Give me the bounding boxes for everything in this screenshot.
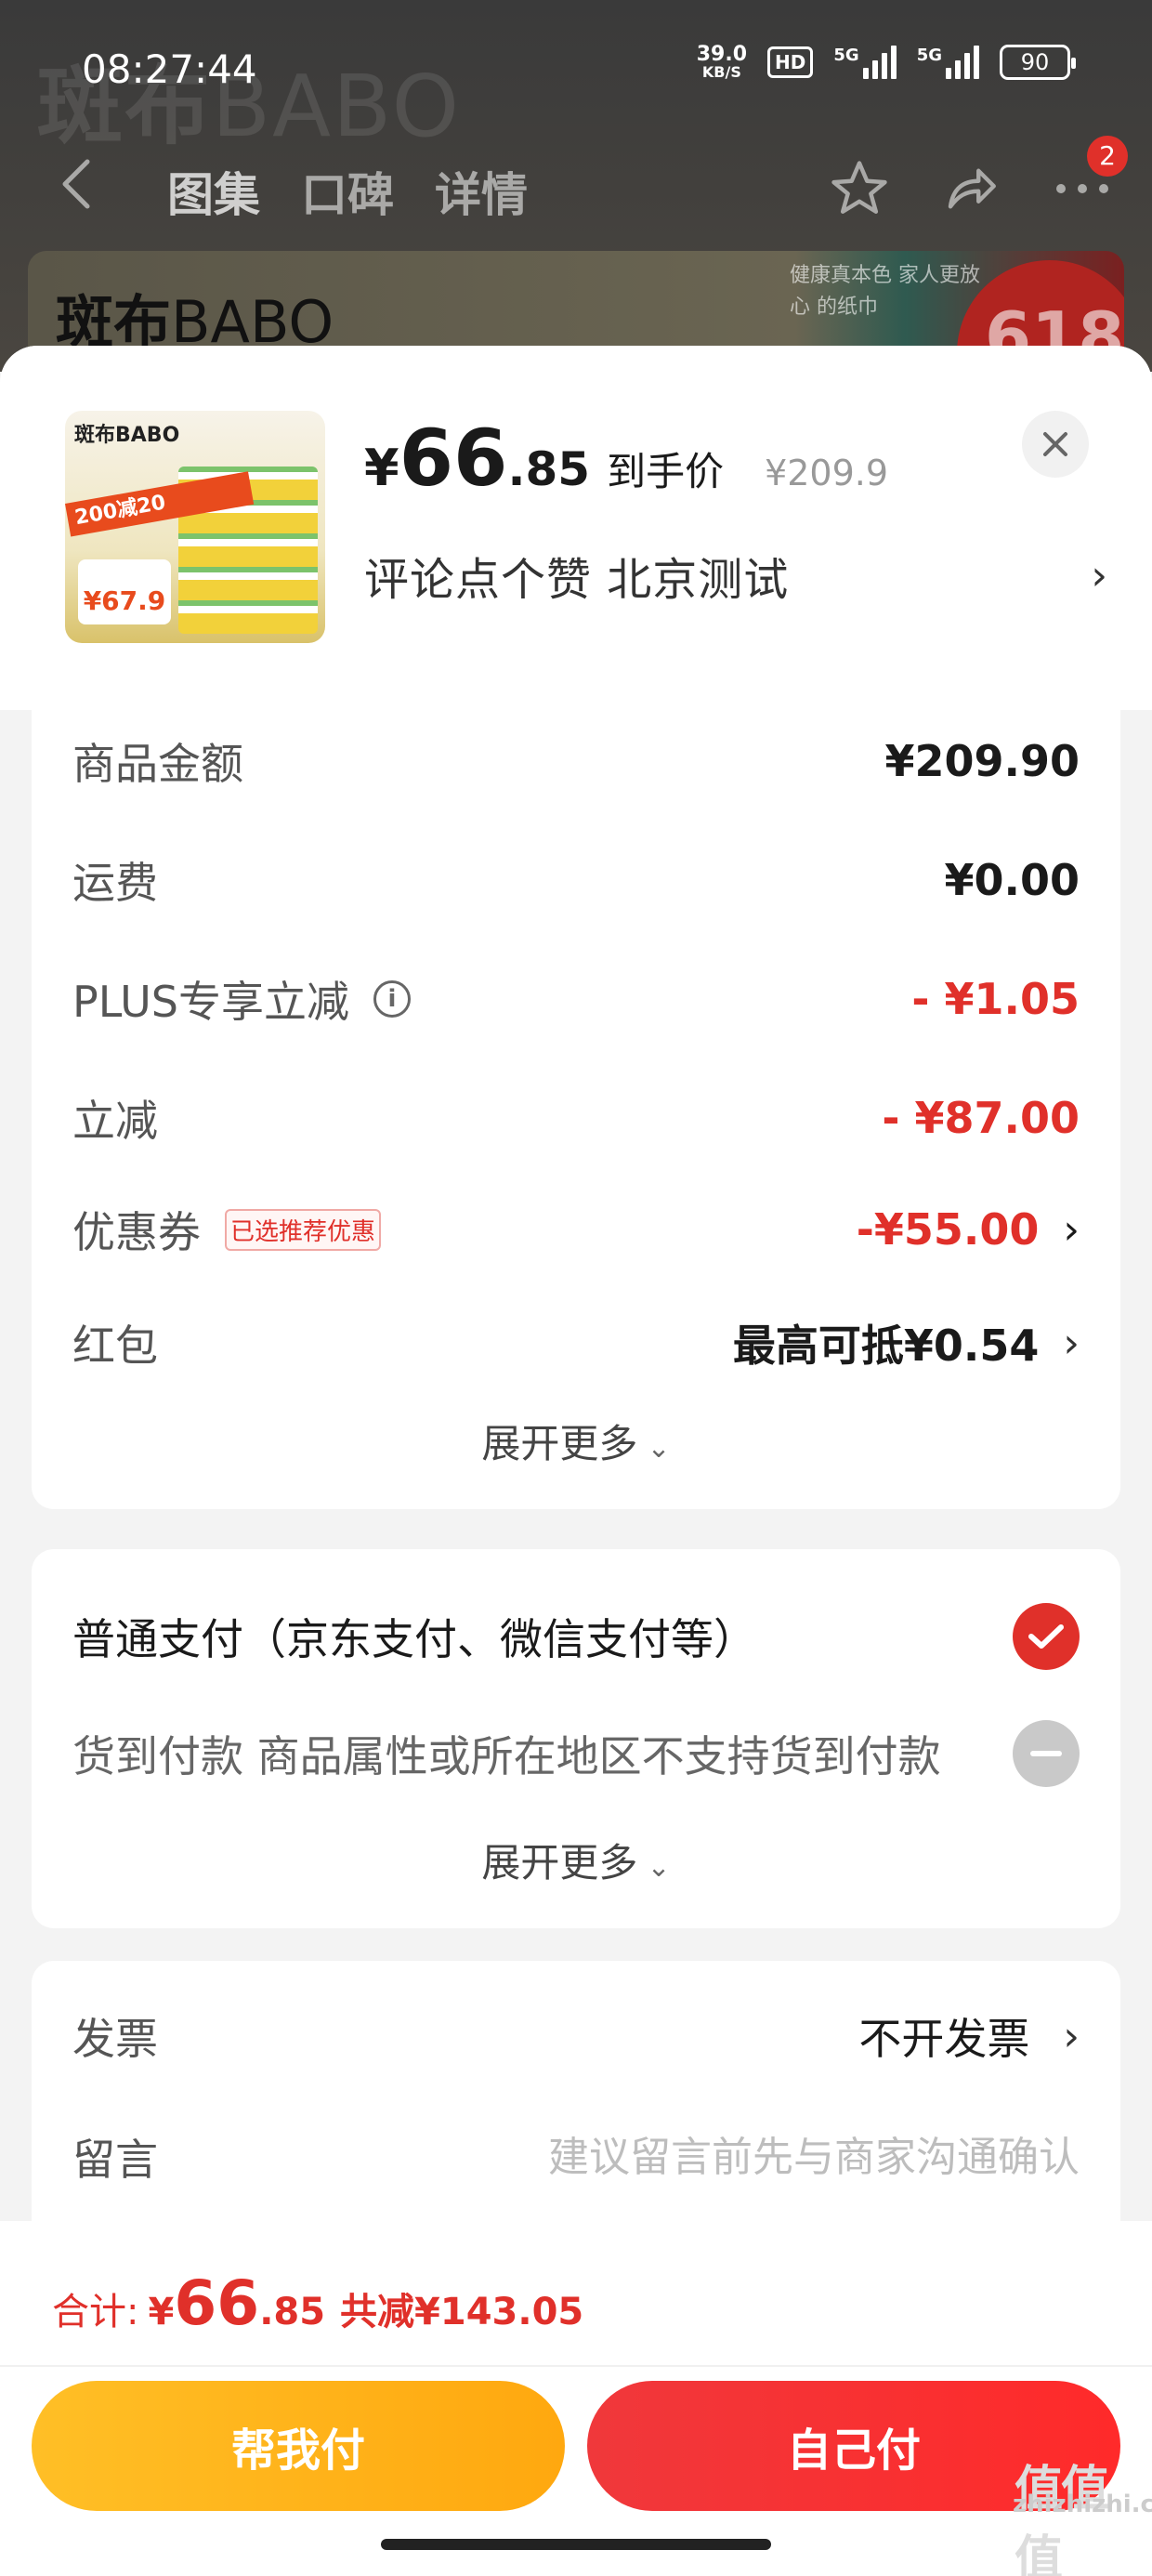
chevron-right-icon: › bbox=[1063, 1205, 1080, 1254]
chevron-right-icon: › bbox=[1063, 1319, 1080, 1367]
product-thumbnail: 斑布BABO 200减20 ¥67.9 bbox=[65, 411, 325, 643]
original-price: ¥209.9 bbox=[765, 453, 889, 493]
checkmark-icon[interactable] bbox=[1013, 1603, 1080, 1670]
amount-breakdown: 商品金额 ¥209.90 运费 ¥0.00 PLUS专享立减 i - ¥1.05 … bbox=[32, 710, 1120, 1509]
checkout-footer: 合计: ¥ 66 .85 共减¥143.05 帮我付 自己付 bbox=[0, 2221, 1152, 2576]
tab-reviews[interactable]: 口碑 bbox=[301, 158, 394, 225]
total-amount: 合计: ¥ 66 .85 共减¥143.05 bbox=[52, 2267, 584, 2339]
row-invoice[interactable]: 发票 不开发票 › bbox=[72, 2005, 1080, 2067]
back-icon[interactable] bbox=[56, 156, 102, 212]
tab-details[interactable]: 详情 bbox=[435, 158, 528, 225]
message-input[interactable] bbox=[429, 2133, 1080, 2181]
row-goods-amount: 商品金额 ¥209.90 bbox=[72, 736, 1080, 789]
close-button[interactable] bbox=[1022, 411, 1089, 478]
close-icon bbox=[1043, 432, 1067, 456]
status-bar: 08:27:44 39.0 KB/S HD 5G 5G 90 bbox=[0, 0, 1152, 139]
invoice-value: 不开发票 bbox=[858, 2014, 1030, 2064]
coupon-recommended-tag: 已选推荐优惠 bbox=[225, 1208, 382, 1251]
total-saved: 共减¥143.05 bbox=[340, 2291, 584, 2333]
row-coupon[interactable]: 优惠券 已选推荐优惠 -¥55.00 › bbox=[72, 1199, 1080, 1260]
row-shipping: 运费 ¥0.00 bbox=[72, 855, 1080, 908]
share-icon[interactable] bbox=[938, 156, 1003, 221]
hd-voice-icon: HD bbox=[767, 46, 814, 78]
disabled-option-icon bbox=[1013, 1720, 1080, 1787]
watermark-text: zhizhizhi.com bbox=[1013, 2491, 1152, 2518]
network-speed: 39.0 KB/S bbox=[696, 43, 748, 81]
chevron-right-icon: › bbox=[1091, 551, 1107, 599]
invoice-message-card: 发票 不开发票 › 留言 bbox=[32, 1961, 1120, 2258]
status-icons: 39.0 KB/S HD 5G 5G 90 bbox=[696, 43, 1076, 81]
signal-strength-icon: 5G bbox=[833, 46, 897, 79]
info-icon[interactable]: i bbox=[373, 980, 411, 1018]
message-count-badge: 2 bbox=[1087, 136, 1128, 177]
signal-strength-icon-2: 5G bbox=[917, 46, 979, 79]
thumbnail-price: ¥67.9 bbox=[78, 559, 171, 624]
checkout-header: 斑布BABO 200减20 ¥67.9 ¥ 66 .85 到手价 ¥209.9 … bbox=[0, 346, 1152, 710]
row-message: 留言 bbox=[72, 2126, 1080, 2188]
address-text: 评论点个赞 北京测试 bbox=[364, 554, 790, 606]
final-price: ¥ 66 .85 到手价 ¥209.9 bbox=[364, 413, 889, 504]
divider bbox=[0, 2365, 1152, 2367]
expand-more-amounts[interactable]: 展开更多 ⌄ bbox=[32, 1413, 1120, 1469]
address-selector[interactable]: 评论点个赞 北京测试 › bbox=[364, 543, 1107, 608]
payment-option-standard[interactable]: 普通支付（京东支付、微信支付等） bbox=[72, 1603, 1080, 1670]
status-time: 08:27:44 bbox=[82, 46, 257, 92]
row-plus-discount: PLUS专享立减 i - ¥1.05 bbox=[72, 974, 1080, 1027]
final-price-label: 到手价 bbox=[607, 449, 725, 494]
chevron-down-icon: ⌄ bbox=[647, 1432, 671, 1465]
row-red-packet[interactable]: 红包 最高可抵¥0.54 › bbox=[72, 1312, 1080, 1373]
product-top-nav: 图集 口碑 详情 2 bbox=[0, 136, 1152, 242]
nav-actions: 2 bbox=[827, 136, 1128, 221]
tab-gallery[interactable]: 图集 bbox=[167, 158, 260, 225]
chevron-right-icon: › bbox=[1063, 2012, 1080, 2060]
row-instant-discount: 立减 - ¥87.00 bbox=[72, 1093, 1080, 1146]
banner-slogan: 健康真本色 家人更放心 的纸巾 bbox=[790, 264, 980, 319]
home-indicator[interactable] bbox=[381, 2539, 771, 2550]
chevron-down-icon: ⌄ bbox=[647, 1851, 671, 1884]
favorite-star-icon[interactable] bbox=[827, 156, 892, 221]
payment-option-cod: 货到付款 商品属性或所在地区不支持货到付款 bbox=[72, 1720, 1080, 1787]
more-menu-icon[interactable]: 2 bbox=[1050, 136, 1128, 221]
product-tabs: 图集 口碑 详情 bbox=[167, 158, 528, 225]
battery-icon: 90 bbox=[1000, 45, 1076, 80]
thumbnail-brand: 斑布BABO bbox=[74, 424, 180, 447]
expand-more-payment[interactable]: 展开更多 ⌄ bbox=[32, 1832, 1120, 1888]
payment-methods: 普通支付（京东支付、微信支付等） 货到付款 商品属性或所在地区不支持货到付款 展… bbox=[32, 1549, 1120, 1928]
help-me-pay-button[interactable]: 帮我付 bbox=[32, 2381, 565, 2511]
